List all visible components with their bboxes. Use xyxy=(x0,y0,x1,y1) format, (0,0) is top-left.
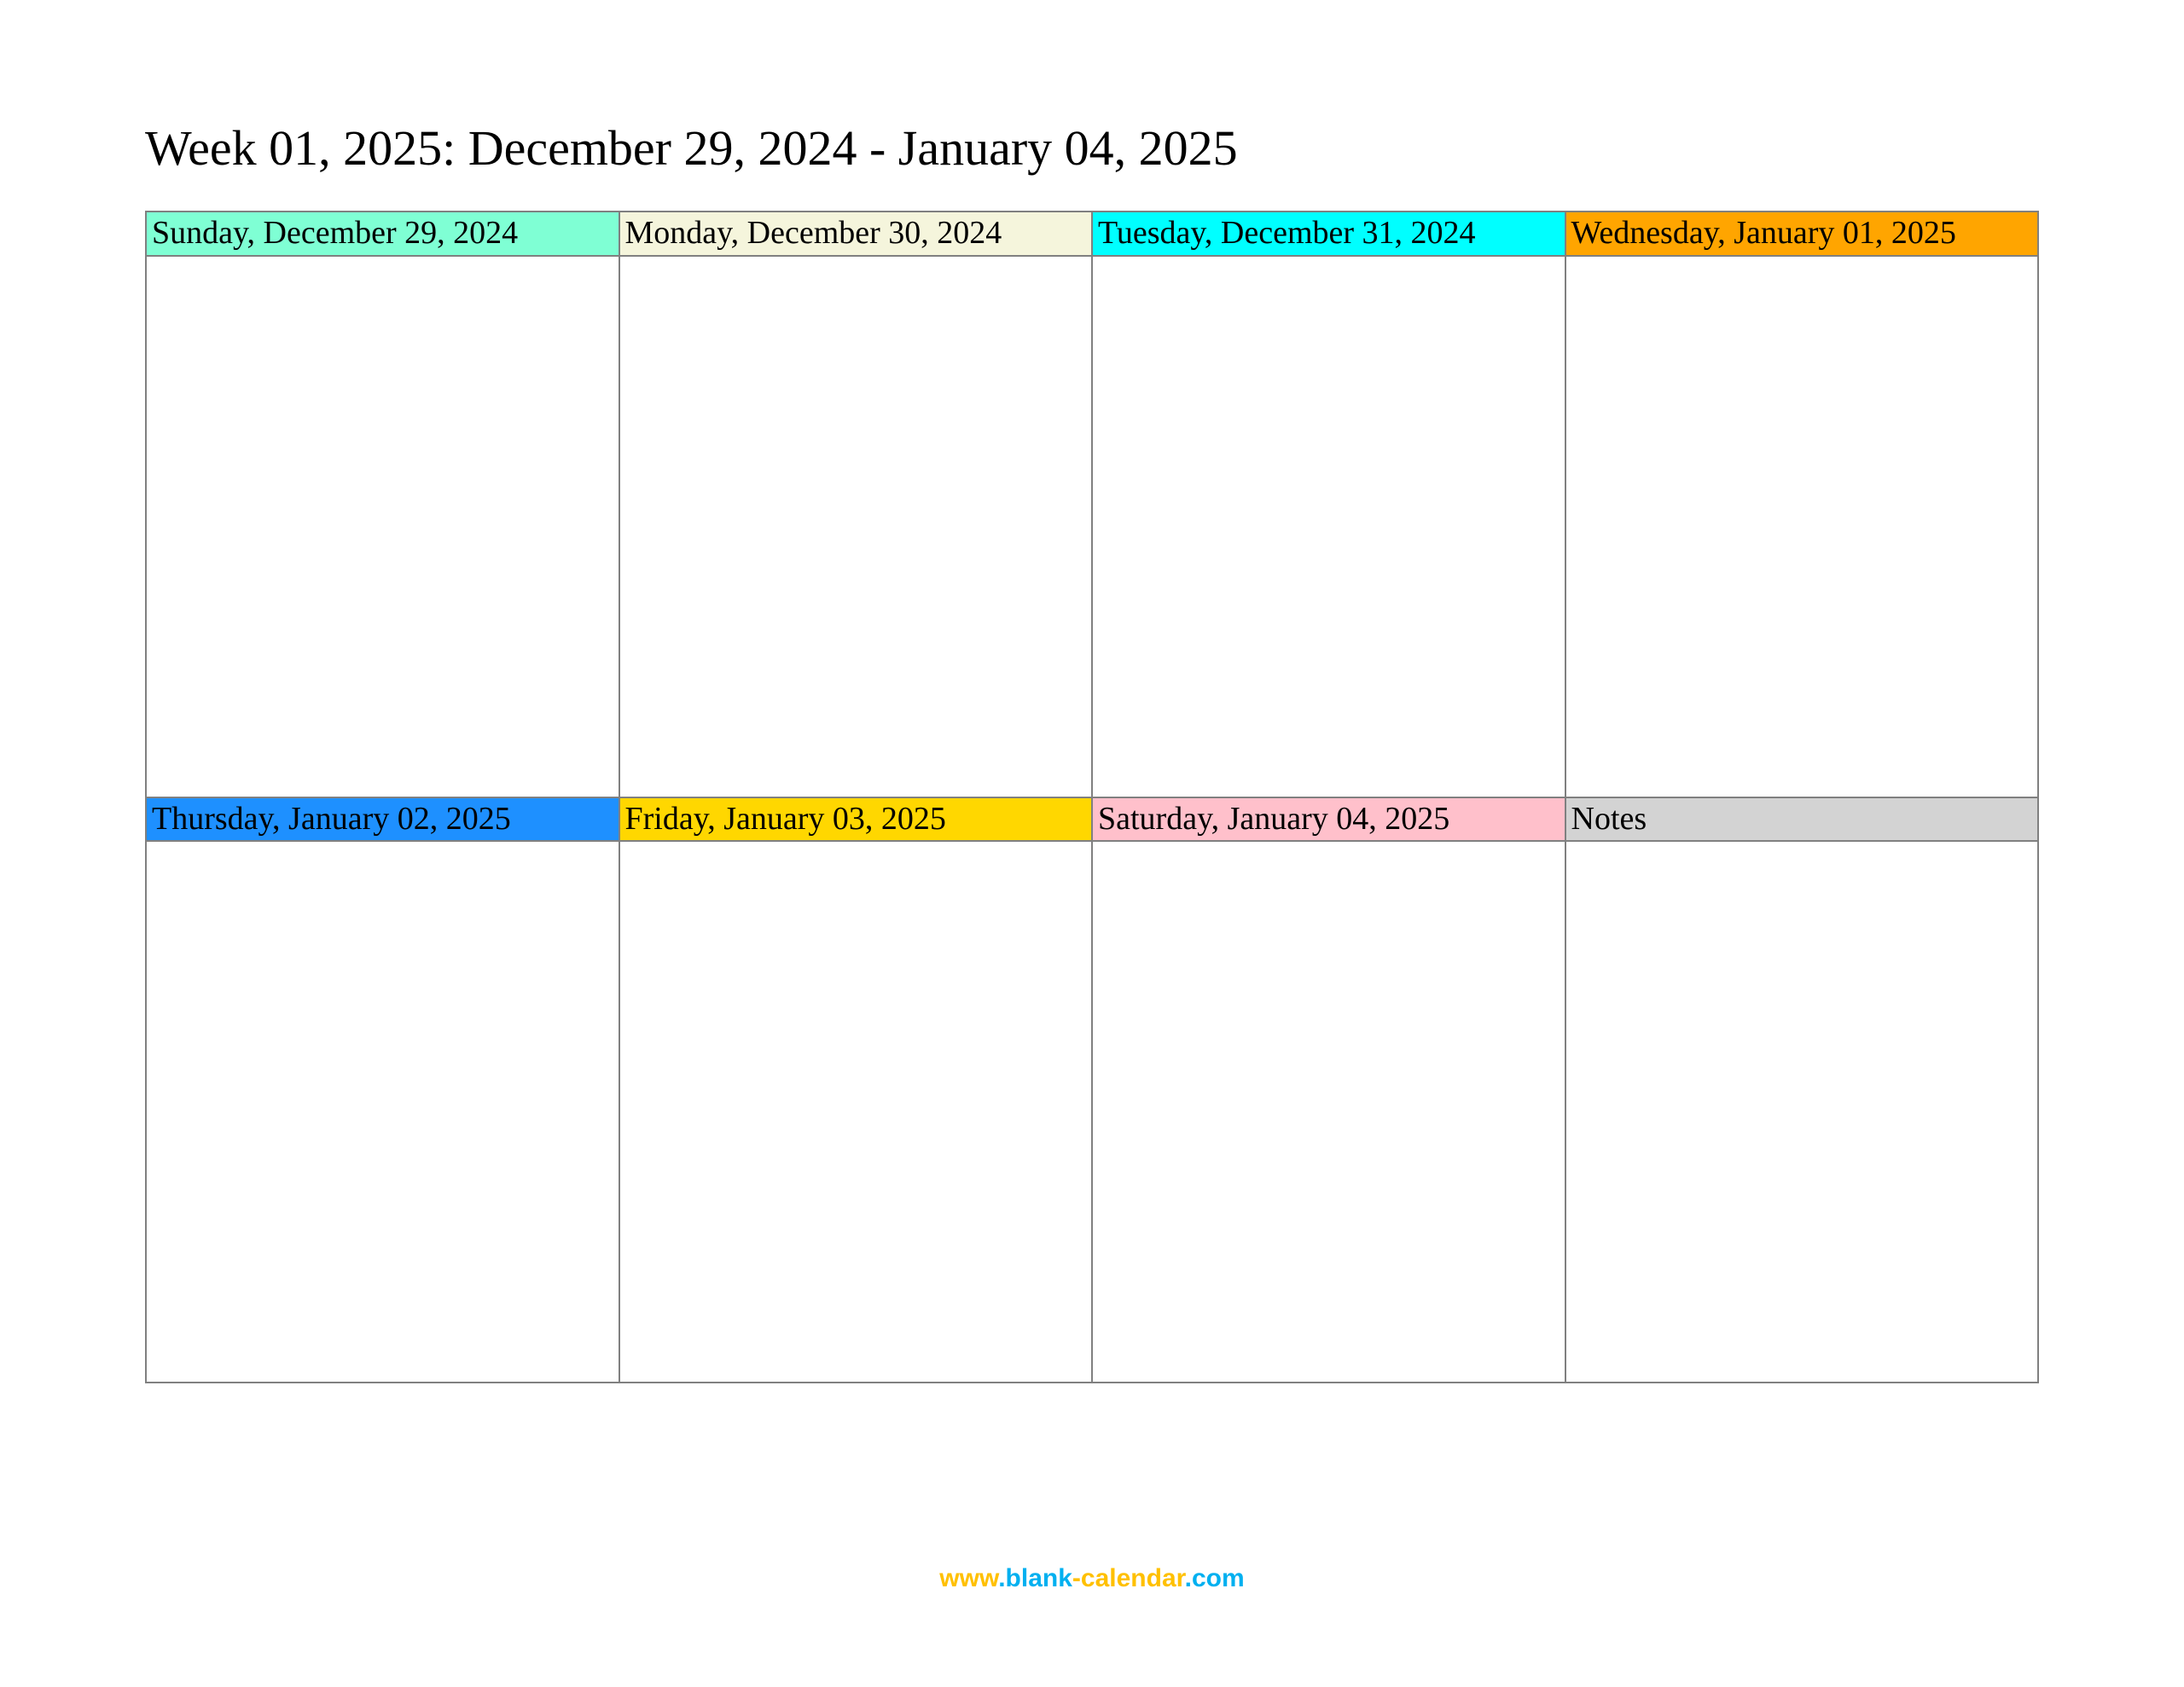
footer-dot2: . xyxy=(1185,1564,1192,1592)
footer-blank: blank xyxy=(1006,1564,1072,1592)
footer-dash: - xyxy=(1072,1564,1081,1592)
footer-dot1: . xyxy=(998,1564,1005,1592)
header-thursday: Thursday, January 02, 2025 xyxy=(146,797,619,842)
cell-sunday[interactable] xyxy=(146,256,619,797)
cell-monday[interactable] xyxy=(619,256,1093,797)
header-notes: Notes xyxy=(1565,797,2039,842)
footer-com: com xyxy=(1192,1564,1245,1592)
footer-www: www xyxy=(939,1564,998,1592)
header-wednesday: Wednesday, January 01, 2025 xyxy=(1565,212,2039,256)
cell-notes[interactable] xyxy=(1565,841,2039,1383)
weekly-calendar-grid: Sunday, December 29, 2024 Monday, Decemb… xyxy=(145,211,2039,1383)
header-tuesday: Tuesday, December 31, 2024 xyxy=(1092,212,1565,256)
cell-thursday[interactable] xyxy=(146,841,619,1383)
cell-wednesday[interactable] xyxy=(1565,256,2039,797)
footer-url[interactable]: www.blank-calendar.com xyxy=(0,1564,2184,1593)
cell-friday[interactable] xyxy=(619,841,1093,1383)
header-sunday: Sunday, December 29, 2024 xyxy=(146,212,619,256)
header-friday: Friday, January 03, 2025 xyxy=(619,797,1093,842)
page-title: Week 01, 2025: December 29, 2024 - Janua… xyxy=(145,119,2039,177)
cell-tuesday[interactable] xyxy=(1092,256,1565,797)
cell-saturday[interactable] xyxy=(1092,841,1565,1383)
footer-cal: calendar xyxy=(1081,1564,1185,1592)
header-monday: Monday, December 30, 2024 xyxy=(619,212,1093,256)
header-saturday: Saturday, January 04, 2025 xyxy=(1092,797,1565,842)
